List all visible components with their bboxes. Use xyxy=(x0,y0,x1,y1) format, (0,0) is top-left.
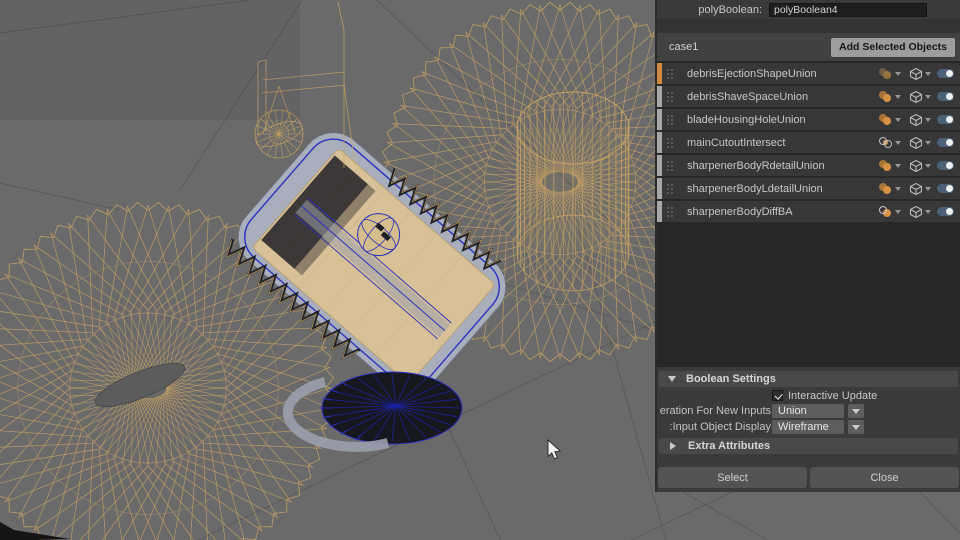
close-button[interactable]: Close xyxy=(810,467,959,488)
row-enabled-toggle[interactable] xyxy=(937,69,954,78)
cube-display-icon[interactable] xyxy=(909,67,923,81)
row-color-bar xyxy=(657,63,662,84)
display-dropdown-caret-icon[interactable] xyxy=(925,210,931,214)
cube-display-icon[interactable] xyxy=(909,136,923,150)
display-row: Input Object Display: Wireframe xyxy=(657,420,960,434)
boolean-op-icon[interactable] xyxy=(878,67,893,80)
boolean-node-list: debrisEjectionShapeUnion debrisShaveSpac… xyxy=(657,61,960,367)
op-dropdown-caret-icon[interactable] xyxy=(895,164,901,168)
row-enabled-toggle[interactable] xyxy=(937,161,954,170)
row-color-bar xyxy=(657,178,662,199)
node-name-input[interactable] xyxy=(769,3,927,17)
drag-handle-icon[interactable] xyxy=(665,182,674,195)
row-label: sharpenerBodyLdetailUnion xyxy=(687,183,878,195)
boolean-op-icon[interactable] xyxy=(878,205,893,218)
boolean-node-row[interactable]: bladeHousingHoleUnion xyxy=(657,109,960,130)
row-label: mainCutoutIntersect xyxy=(687,137,878,149)
boolean-node-row[interactable]: mainCutoutIntersect xyxy=(657,132,960,153)
cube-display-icon[interactable] xyxy=(909,205,923,219)
display-dropdown-caret-icon[interactable] xyxy=(925,187,931,191)
node-name-row: polyBoolean: xyxy=(657,0,960,19)
boolean-op-icon[interactable] xyxy=(878,113,893,126)
cube-display-icon[interactable] xyxy=(909,113,923,127)
interactive-update-row: Interactive Update xyxy=(657,389,960,402)
display-dropdown-caret-icon[interactable] xyxy=(925,72,931,76)
footer-buttons: Select Close xyxy=(657,467,960,488)
op-dropdown-caret-icon[interactable] xyxy=(895,72,901,76)
boolean-op-icon[interactable] xyxy=(878,182,893,195)
expand-arrow-icon xyxy=(670,442,676,450)
row-color-bar xyxy=(657,155,662,176)
attribute-editor-panel: polyBoolean: case1 Add Selected Objects … xyxy=(655,0,960,492)
panel-divider xyxy=(657,19,960,33)
boolean-op-icon[interactable] xyxy=(878,90,893,103)
extra-attributes-header[interactable]: Extra Attributes xyxy=(659,438,958,454)
display-dropdown-caret-icon[interactable] xyxy=(925,95,931,99)
extra-attributes-title: Extra Attributes xyxy=(688,440,770,452)
row-label: bladeHousingHoleUnion xyxy=(687,114,878,126)
cube-display-icon[interactable] xyxy=(909,182,923,196)
boolean-op-icon[interactable] xyxy=(878,159,893,172)
op-dropdown-caret-icon[interactable] xyxy=(895,118,901,122)
boolean-settings-title: Boolean Settings xyxy=(686,373,776,385)
boolean-node-row[interactable]: sharpenerBodyDiffBA xyxy=(657,201,960,222)
op-dropdown-caret-icon[interactable] xyxy=(895,187,901,191)
row-color-bar xyxy=(657,109,662,130)
op-dropdown-caret-icon[interactable] xyxy=(895,95,901,99)
interactive-update-checkbox[interactable] xyxy=(772,390,783,401)
row-color-bar xyxy=(657,86,662,107)
op-dropdown-caret-icon[interactable] xyxy=(895,210,901,214)
row-label: debrisShaveSpaceUnion xyxy=(687,91,878,103)
row-label: sharpenerBodyRdetailUnion xyxy=(687,160,878,172)
row-color-bar xyxy=(657,201,662,222)
display-label: Input Object Display: xyxy=(660,421,771,433)
drag-handle-icon[interactable] xyxy=(665,205,674,218)
row-enabled-toggle[interactable] xyxy=(937,115,954,124)
node-type-label: polyBoolean: xyxy=(657,4,762,16)
operation-row: Operation For New Inputs: Union xyxy=(657,404,960,418)
add-selected-objects-button[interactable]: Add Selected Objects xyxy=(831,38,955,57)
boolean-node-row[interactable]: sharpenerBodyRdetailUnion xyxy=(657,155,960,176)
display-dropdown-caret-icon[interactable] xyxy=(925,141,931,145)
drag-handle-icon[interactable] xyxy=(665,113,674,126)
drag-handle-icon[interactable] xyxy=(665,159,674,172)
row-label: debrisEjectionShapeUnion xyxy=(687,68,878,80)
drag-handle-icon[interactable] xyxy=(665,136,674,149)
boolean-settings-header[interactable]: Boolean Settings xyxy=(659,371,958,387)
select-button[interactable]: Select xyxy=(658,467,807,488)
collapse-arrow-icon xyxy=(668,376,676,382)
chevron-down-icon xyxy=(852,409,860,414)
case-section-header[interactable]: case1 Add Selected Objects xyxy=(657,33,960,61)
spacer xyxy=(657,454,960,467)
op-dropdown-caret-icon[interactable] xyxy=(895,141,901,145)
row-enabled-toggle[interactable] xyxy=(937,184,954,193)
boolean-node-row[interactable]: sharpenerBodyLdetailUnion xyxy=(657,178,960,199)
interactive-update-label: Interactive Update xyxy=(788,390,877,402)
row-label: sharpenerBodyDiffBA xyxy=(687,206,878,218)
display-dropdown-arrow[interactable] xyxy=(848,420,864,434)
row-enabled-toggle[interactable] xyxy=(937,92,954,101)
display-dropdown[interactable]: Wireframe xyxy=(772,420,844,434)
operation-label: Operation For New Inputs: xyxy=(660,405,771,417)
cube-display-icon[interactable] xyxy=(909,159,923,173)
row-enabled-toggle[interactable] xyxy=(937,138,954,147)
case-label: case1 xyxy=(669,41,698,53)
row-color-bar xyxy=(657,132,662,153)
operation-dropdown[interactable]: Union xyxy=(772,404,844,418)
boolean-op-icon[interactable] xyxy=(878,136,893,149)
boolean-node-row[interactable]: debrisEjectionShapeUnion xyxy=(657,63,960,84)
boolean-node-row[interactable]: debrisShaveSpaceUnion xyxy=(657,86,960,107)
operation-dropdown-arrow[interactable] xyxy=(848,404,864,418)
display-dropdown-caret-icon[interactable] xyxy=(925,118,931,122)
display-dropdown-caret-icon[interactable] xyxy=(925,164,931,168)
drag-handle-icon[interactable] xyxy=(665,90,674,103)
drag-handle-icon[interactable] xyxy=(665,67,674,80)
chevron-down-icon xyxy=(852,425,860,430)
application-window: polyBoolean: case1 Add Selected Objects … xyxy=(0,0,960,540)
cube-display-icon[interactable] xyxy=(909,90,923,104)
row-enabled-toggle[interactable] xyxy=(937,207,954,216)
